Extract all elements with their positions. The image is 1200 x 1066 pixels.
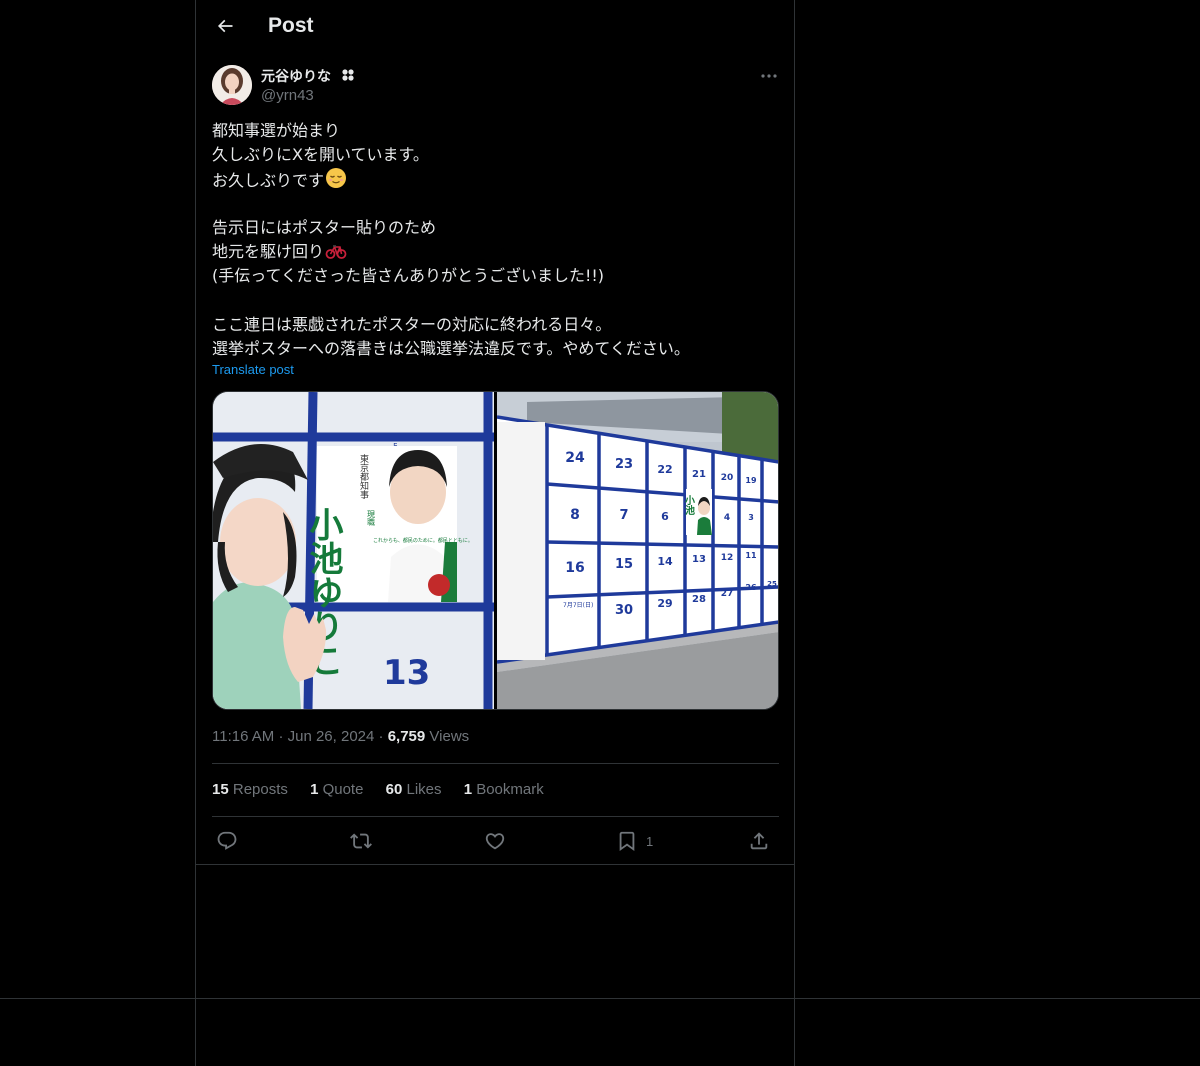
poster-slogan: これからも、都民のために。都民とともに。 [373,537,473,544]
board-number: 27 [720,589,733,599]
bookmarks-count: 1 [463,781,473,798]
more-options-button[interactable] [754,64,784,88]
header: Post [196,0,794,53]
divider [196,864,794,865]
board-number: 3 [748,513,754,522]
post-text: 都知事選が始まり 久しぶりにXを開いています。 お久しぶりです 告示日にはポスタ… [212,119,782,361]
quotes-count: 1 [310,781,319,798]
bookmarks-stat[interactable]: 1 Bookmark [464,781,544,798]
bookmark-icon [619,831,635,852]
meta-separator: · [278,728,284,745]
share-button[interactable] [748,826,770,856]
reply-icon [217,831,237,850]
board-number: 24 [565,450,585,466]
relieved-face-icon [325,167,347,196]
post-time[interactable]: 11:16 AM [212,728,274,745]
board-number: 6 [661,510,669,523]
post-line: 久しぶりにXを開いています。 [212,145,429,165]
likes-count: 60 [385,781,403,798]
post-line: ここ連日は悪戯されたポスターの対応に終われる日々。 [212,314,612,334]
quotes-stat[interactable]: 1 Quote [310,781,363,798]
board-number: 7 [619,508,628,523]
board-number: 26 [745,583,757,592]
reply-button[interactable] [216,826,238,856]
post-line: 告示日にはポスター貼りのため [212,217,437,237]
post-line: お久しぶりです [212,167,782,191]
main-column: Post 元谷ゆりな @yrn43 都知事選が始まり 久しぶりにXを開いています… [195,0,795,1066]
board-number: 15 [614,557,632,572]
divider [0,998,1200,999]
like-button[interactable] [484,826,506,856]
bookmark-count: 1 [646,833,654,849]
board-number: 19 [745,476,757,485]
author-display-name[interactable]: 元谷ゆりな [261,66,331,86]
board-number: 14 [657,555,673,568]
author-handle[interactable]: @yrn43 [261,87,314,104]
post-line: 地元を駆け回り [212,240,782,264]
back-button[interactable] [208,9,242,43]
avatar-image [212,65,252,105]
board-number: 21 [692,469,706,480]
post-line-text: お久しぶりです [212,171,325,191]
engagement-stats: 15 Reposts 1 Quote 60 Likes 1 Bookmark [212,781,562,798]
post-line: 選挙ポスターへの落書きは公職選挙法違反です。やめてください。 [212,338,690,358]
repost-button[interactable] [350,826,372,856]
post-line: 都知事選が始まり [212,121,341,140]
board-number: 20 [720,473,733,483]
page-title: Post [268,14,314,37]
repost-icon [350,833,372,849]
bookmarks-label: Bookmark [476,781,544,798]
board-number: 16 [565,560,584,576]
divider [212,816,779,817]
board-number: 23 [614,457,632,472]
reposts-count: 15 [212,781,229,798]
board-number: 4 [723,513,729,523]
likes-stat[interactable]: 60 Likes [386,781,442,798]
reposts-stat[interactable]: 15 Reposts [212,781,288,798]
board-number: 11 [745,551,757,560]
views-label: Views [429,728,470,745]
board-number: 13 [383,653,430,693]
post-meta: 11:16 AM · Jun 26, 2024 · 6,759 Views [212,728,469,745]
meta-separator: · [378,728,384,745]
more-dots-icon [761,74,777,78]
views-count: 6,759 [387,728,426,745]
divider [212,763,779,764]
notice-date: 7月7日(日) [563,602,593,609]
media-photo-board[interactable]: 24 23 22 21 20 19 8 7 6 4 3 16 15 14 13 … [496,392,778,709]
board-number: 28 [692,594,706,605]
bookmark-button[interactable]: 1 [616,826,653,856]
post-line-text: 地元を駆け回り [212,241,325,261]
board-number: 30 [614,603,632,618]
avatar[interactable] [212,65,252,105]
board-number: 8 [570,507,580,523]
action-bar: 1 [212,826,779,856]
poster-tag: 現職 [367,510,376,527]
media-photo-selfie[interactable]: 5 13 小池ゆりこ 東京都知事 現職 これからも、都民のために。都民とともに。 [213,392,495,709]
board-number: 29 [657,597,672,610]
board-number: 12 [720,553,733,563]
likes-label: Likes [406,781,442,798]
heart-icon [485,833,505,850]
post-date[interactable]: Jun 26, 2024 [288,728,375,745]
board-number: 25 [767,580,777,588]
reposts-label: Reposts [232,781,288,798]
board-number: 22 [657,463,672,476]
post-line-blank [212,192,782,216]
arrow-left-icon [217,19,233,33]
media-grid: 5 13 小池ゆりこ 東京都知事 現職 これからも、都民のために。都民とともに。 [212,391,779,710]
clover-icon [340,66,356,88]
translate-post-link[interactable]: Translate post [212,362,294,377]
poster-office: 東京都知事 [358,453,369,499]
share-icon [750,832,768,850]
post-line: (手伝ってくださった皆さんありがとうございました!!) [212,266,605,286]
quotes-label: Quote [322,781,364,798]
post-line-blank [212,288,782,312]
board-number: 13 [692,554,706,565]
